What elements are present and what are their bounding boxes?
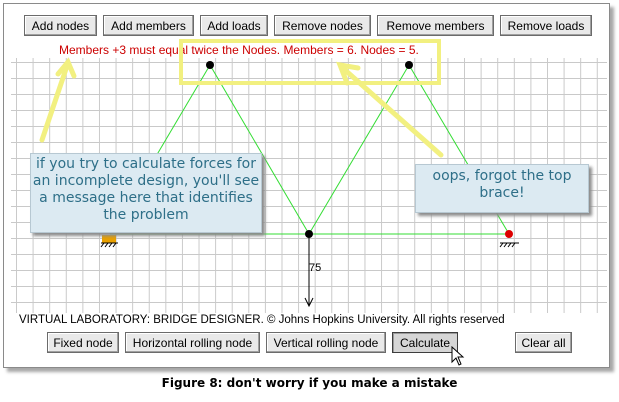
node-bottom-center[interactable] [305, 230, 313, 238]
callout-left: if you try to calculate forces for an in… [30, 153, 262, 233]
node-top-left[interactable] [206, 61, 214, 69]
copyright-text: VIRTUAL LABORATORY: BRIDGE DESIGNER. © J… [19, 314, 505, 326]
node-bottom-right-selected[interactable] [505, 230, 513, 238]
load-label: 75 [309, 262, 321, 274]
calculate-button[interactable]: Calculate [392, 332, 458, 353]
annotation-arrow-right [336, 61, 444, 158]
callout-right-text: oops, forgot the top brace! [432, 168, 572, 201]
annotation-arrow-left [39, 57, 77, 143]
highlight-box [179, 39, 441, 85]
callout-right: oops, forgot the top brace! [415, 164, 589, 213]
mouse-cursor-icon [451, 346, 465, 366]
fixed-node-button[interactable]: Fixed node [47, 332, 119, 353]
clear-all-button[interactable]: Clear all [515, 332, 572, 353]
callout-left-text: if you try to calculate forces for an in… [32, 156, 260, 223]
right-support-icon [499, 242, 519, 248]
figure-caption: Figure 8: don't worry if you make a mist… [161, 376, 458, 390]
left-support-icon [100, 235, 118, 248]
member-center-right-diagonal[interactable] [308, 64, 410, 235]
horizontal-rolling-node-button[interactable]: Horizontal rolling node [125, 332, 260, 353]
vertical-rolling-node-button[interactable]: Vertical rolling node [266, 332, 386, 353]
node-top-right[interactable] [405, 61, 413, 69]
